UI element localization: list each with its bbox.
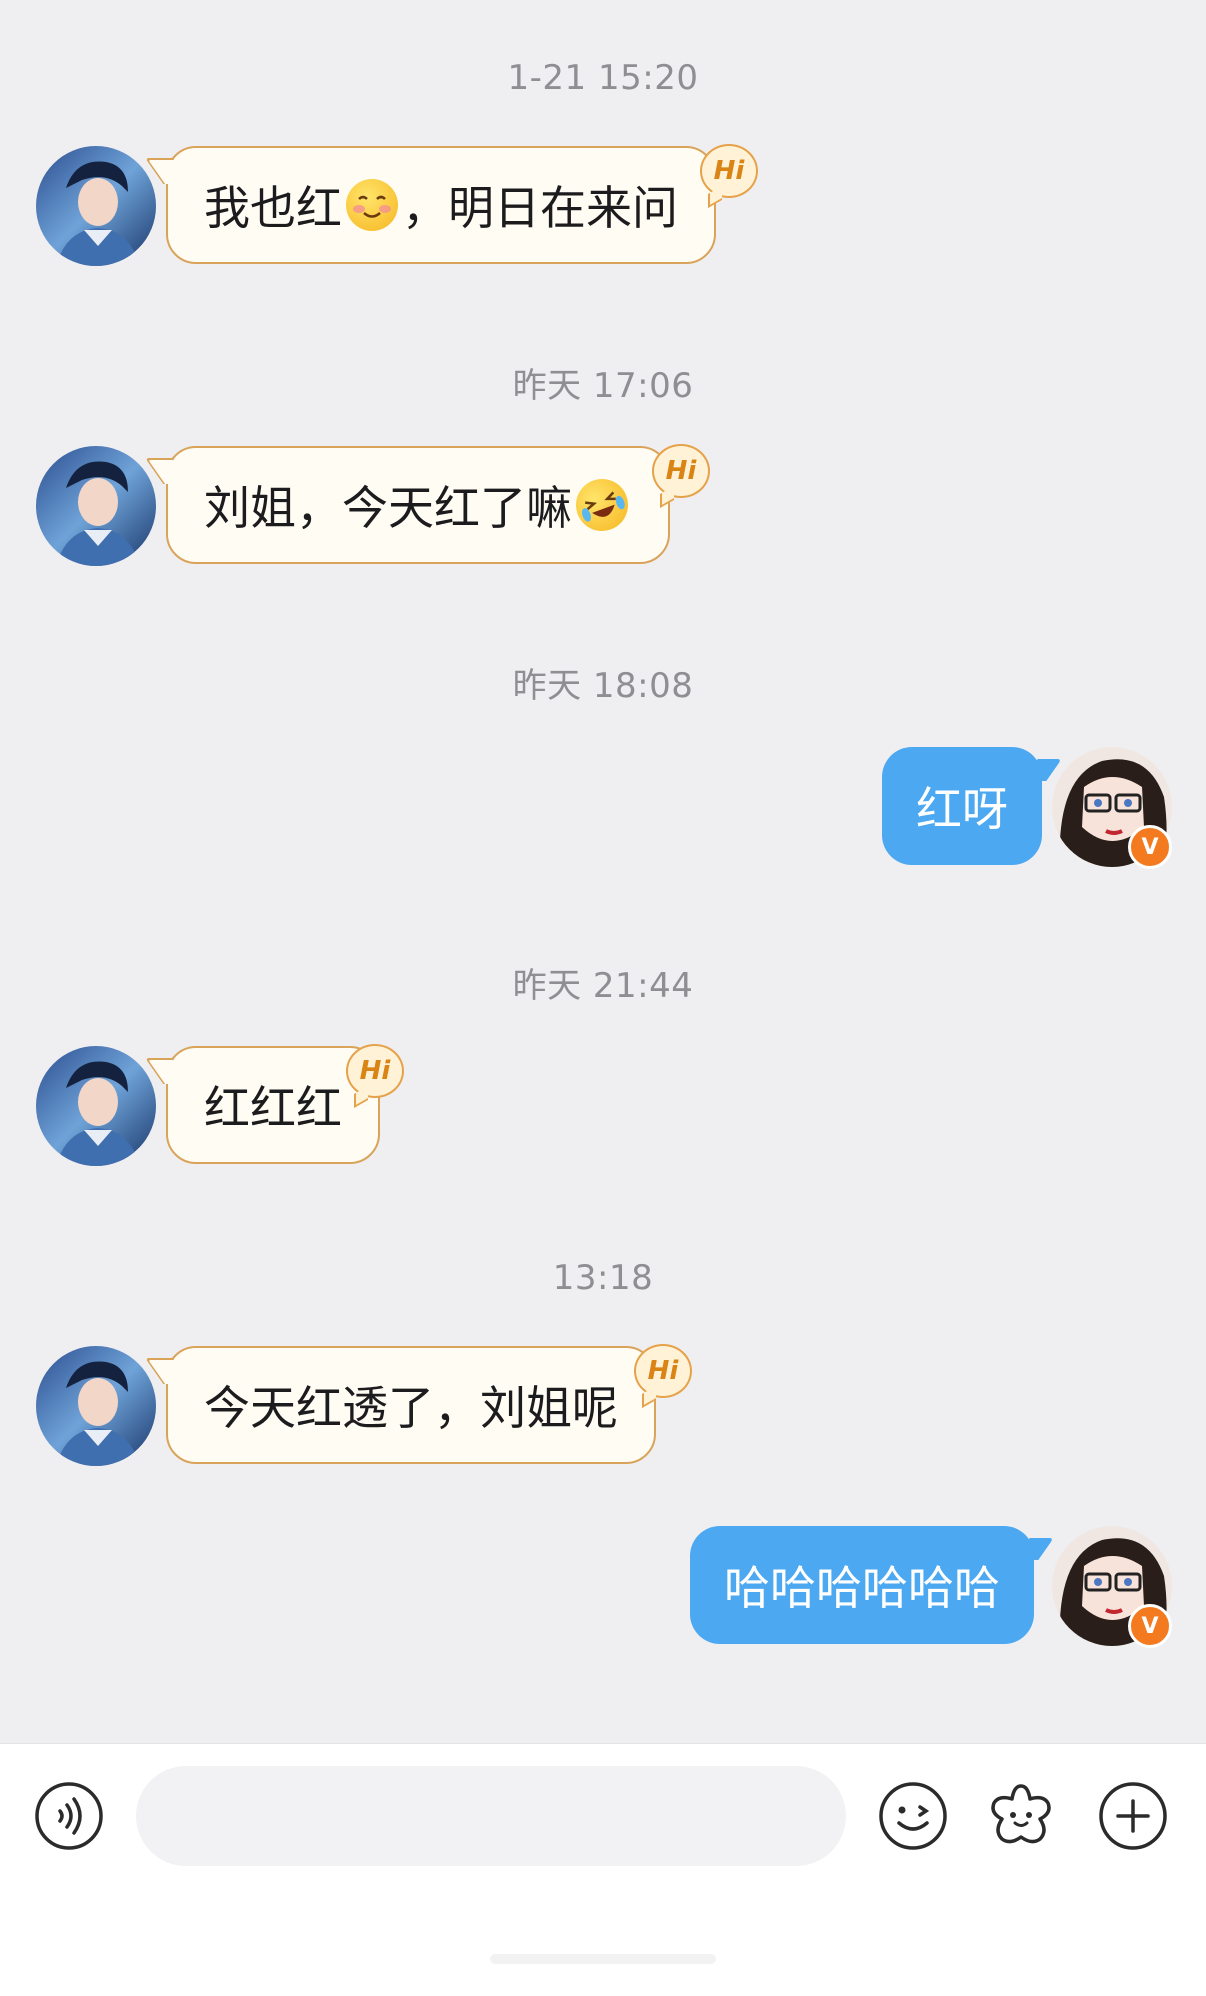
message-bubble[interactable]: 我也红 ，明日在来问	[166, 146, 716, 264]
emoji-icon[interactable]	[878, 1781, 948, 1851]
message-input[interactable]	[136, 1766, 846, 1866]
verified-badge: V	[1128, 825, 1172, 869]
message-bubble-outgoing[interactable]: 哈哈哈哈哈哈	[690, 1526, 1034, 1644]
message-text: 刘姐，今天红了嘛	[204, 481, 572, 535]
verified-badge: V	[1128, 1604, 1172, 1648]
timestamp: 13:18	[552, 1258, 654, 1298]
sticker-icon[interactable]	[986, 1781, 1056, 1851]
hi-badge: Hi	[346, 1044, 404, 1098]
smiling-face-emoji-icon	[346, 179, 398, 231]
add-icon[interactable]	[1098, 1781, 1168, 1851]
hi-badge: Hi	[634, 1344, 692, 1398]
timestamp: 昨天 21:44	[512, 966, 694, 1006]
voice-icon[interactable]	[34, 1781, 104, 1851]
rolling-laughing-emoji-icon	[568, 471, 636, 539]
message-bubble[interactable]: 刘姐，今天红了嘛	[166, 446, 670, 564]
message-text: ，明日在来问	[402, 181, 678, 235]
timestamp: 昨天 18:08	[512, 666, 694, 706]
contact-avatar[interactable]	[36, 1046, 156, 1166]
contact-avatar[interactable]	[36, 146, 156, 266]
contact-avatar[interactable]	[36, 1346, 156, 1466]
chat-thread[interactable]: 1-21 15:20 我也红 ，明日在来问 Hi 昨天 17:06 刘姐，今天红…	[0, 0, 1206, 1743]
home-indicator	[490, 1954, 716, 1964]
hi-badge: Hi	[652, 444, 710, 498]
message-bubble-outgoing[interactable]: 红呀	[882, 747, 1042, 865]
contact-avatar[interactable]	[36, 446, 156, 566]
timestamp: 1-21 15:20	[507, 58, 699, 98]
hi-badge: Hi	[700, 144, 758, 198]
message-bubble[interactable]: 今天红透了，刘姐呢	[166, 1346, 656, 1464]
timestamp: 昨天 17:06	[512, 366, 694, 406]
input-bar	[0, 1743, 1206, 1996]
message-text: 我也红	[204, 181, 342, 235]
